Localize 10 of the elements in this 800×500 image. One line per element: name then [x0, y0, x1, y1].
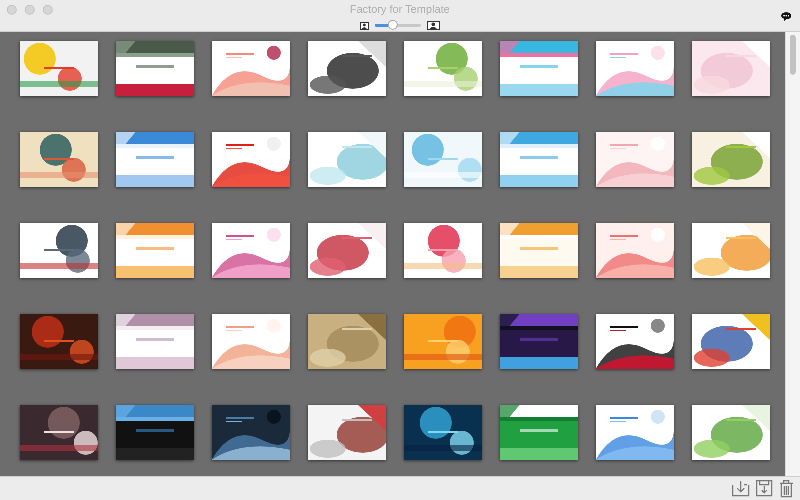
trash-icon[interactable]	[779, 480, 794, 498]
window-title: Factory for Template	[350, 2, 450, 18]
import-icon[interactable]	[732, 480, 750, 497]
small-person-icon[interactable]	[360, 22, 369, 30]
scrollbar[interactable]	[785, 32, 800, 476]
scrollbar-thumb[interactable]	[790, 35, 796, 75]
save-icon[interactable]	[756, 480, 773, 497]
slider-thumb[interactable]	[388, 20, 398, 30]
chat-bubble-icon[interactable]	[781, 12, 792, 22]
large-person-icon[interactable]	[427, 21, 440, 30]
